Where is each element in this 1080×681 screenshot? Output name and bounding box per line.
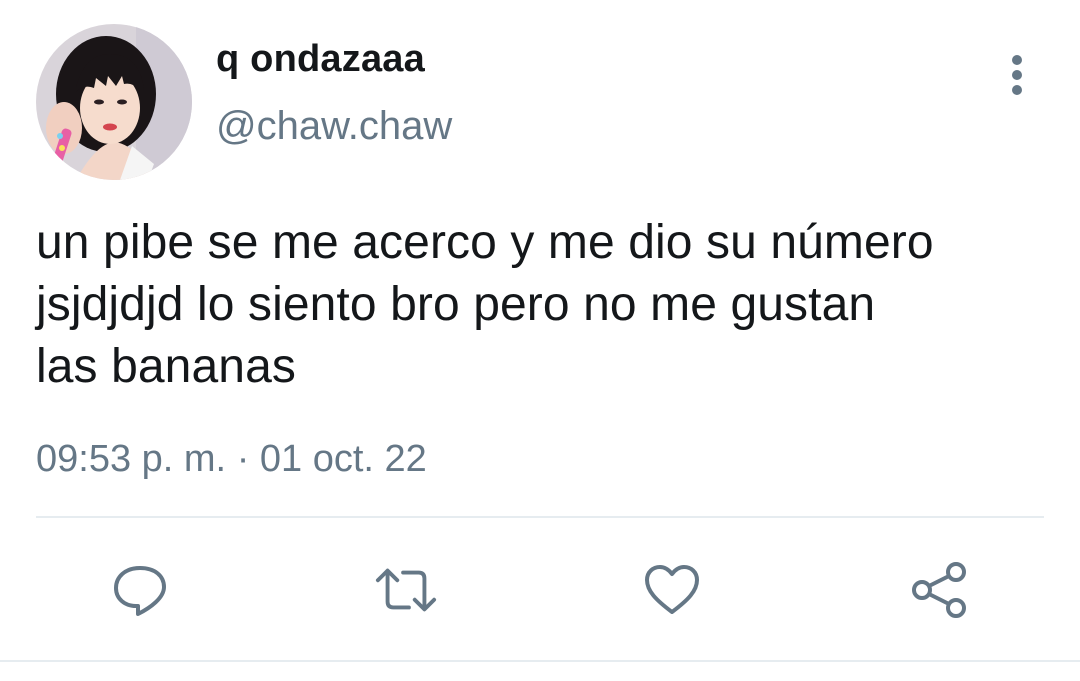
reply-icon: [114, 566, 166, 616]
tweet-date: 01 oct. 22: [259, 438, 427, 480]
tweet-timestamp[interactable]: 09:53 p. m. · 01 oct. 22: [36, 438, 427, 481]
heart-icon: [645, 565, 699, 614]
tweet-text-line: jsjdjdjd lo siento bro pero no me gustan: [36, 278, 876, 331]
reply-button[interactable]: [108, 558, 172, 622]
share-button[interactable]: [906, 558, 970, 622]
avatar-photo: [36, 24, 192, 180]
avatar[interactable]: [36, 24, 192, 180]
retweet-button[interactable]: [374, 558, 438, 622]
divider: [0, 660, 1080, 662]
tweet-text-line: un pibe se me acerco y me dio su número: [36, 216, 934, 269]
user-handle[interactable]: @chaw.chaw: [216, 104, 452, 149]
tweet-card: q ondazaaa @chaw.chaw un pibe se me acer…: [0, 0, 1080, 681]
share-icon: [912, 562, 966, 618]
tweet-time: 09:53 p. m.: [36, 438, 227, 480]
tweet-text-line: las bananas: [36, 340, 296, 393]
divider: [36, 516, 1044, 518]
more-options-button[interactable]: [996, 52, 1038, 98]
meta-separator: ·: [236, 438, 250, 480]
like-button[interactable]: [640, 558, 704, 622]
tweet-text: un pibe se me acerco y me dio su número …: [36, 212, 1056, 398]
retweet-icon: [375, 568, 437, 612]
display-name[interactable]: q ondazaaa: [216, 38, 425, 81]
more-vertical-icon: [1012, 55, 1022, 95]
